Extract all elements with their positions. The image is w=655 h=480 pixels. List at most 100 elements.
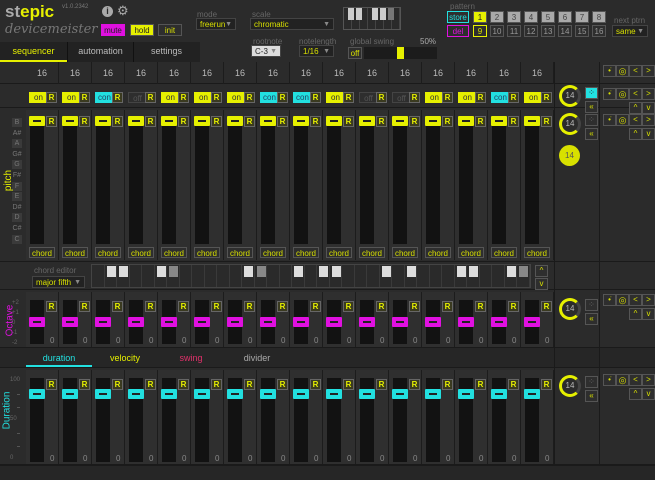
notelength-dropdown[interactable]: 1/16 <box>299 45 334 58</box>
step-count[interactable]: 16 <box>389 62 422 84</box>
chord-white-key[interactable] <box>305 265 317 287</box>
chord-button[interactable]: chord <box>491 247 517 258</box>
pitch-handle[interactable] <box>227 116 243 126</box>
pitch-reset-button[interactable]: R <box>442 116 453 127</box>
octave-reset-button[interactable]: R <box>46 301 57 312</box>
chord-button[interactable]: chord <box>29 247 55 258</box>
chevron-down-icon[interactable]: v <box>642 388 655 400</box>
mini-black-key[interactable] <box>380 8 386 20</box>
duration-handle[interactable] <box>260 389 276 399</box>
step-reset-button[interactable]: R <box>79 92 90 103</box>
chord-button[interactable]: chord <box>458 247 484 258</box>
chord-black-key[interactable] <box>207 266 216 277</box>
duration-handle[interactable] <box>62 389 78 399</box>
octave-reset-button[interactable]: R <box>343 301 354 312</box>
chord-button[interactable]: chord <box>62 247 88 258</box>
chord-black-key[interactable] <box>169 266 178 277</box>
pitch-slider[interactable] <box>426 118 440 244</box>
chord-white-key[interactable] <box>392 265 405 287</box>
pattern-button[interactable]: 13 <box>541 25 555 37</box>
octave-reset-button[interactable]: R <box>178 301 189 312</box>
chevron-down-icon[interactable]: v <box>642 102 655 114</box>
octave-reset-button[interactable]: R <box>79 301 90 312</box>
pattern-button[interactable]: 6 <box>558 11 572 23</box>
duration-handle[interactable] <box>227 389 243 399</box>
chord-type-dropdown[interactable]: major fifth <box>32 276 85 289</box>
pitch-reset-button[interactable]: R <box>376 116 387 127</box>
random-dots-icon[interactable]: ⁘ <box>585 376 598 388</box>
pitch-knob-2[interactable]: 14 <box>559 113 581 135</box>
double-chevron-left-icon[interactable]: « <box>585 101 598 113</box>
pitch-reset-button[interactable]: R <box>343 116 354 127</box>
chord-black-key[interactable] <box>194 266 203 277</box>
octave-handle[interactable] <box>392 317 408 327</box>
chord-black-key[interactable] <box>319 266 328 277</box>
circle-icon[interactable]: ◎ <box>616 374 629 386</box>
duration-reset-button[interactable]: R <box>145 379 156 390</box>
step-reset-button[interactable]: R <box>343 92 354 103</box>
step-reset-button[interactable]: R <box>409 92 420 103</box>
chord-up-button[interactable]: ^ <box>535 265 548 277</box>
chord-button[interactable]: chord <box>524 247 550 258</box>
pitch-handle[interactable] <box>491 116 507 126</box>
chord-black-key[interactable] <box>344 266 353 277</box>
mini-black-key[interactable] <box>388 8 394 20</box>
step-reset-button[interactable]: R <box>211 92 222 103</box>
chevron-left-icon[interactable]: < <box>629 374 642 386</box>
octave-reset-button[interactable]: R <box>541 301 552 312</box>
pattern-button[interactable]: 2 <box>490 11 504 23</box>
pitch-reset-button[interactable]: R <box>409 116 420 127</box>
chevron-right-icon[interactable]: > <box>642 88 655 100</box>
chord-black-key[interactable] <box>244 266 253 277</box>
random-dots-icon[interactable]: ⁘ <box>585 299 598 311</box>
pattern-button[interactable]: 16 <box>592 25 606 37</box>
duration-handle[interactable] <box>128 389 144 399</box>
step-reset-button[interactable]: R <box>145 92 156 103</box>
step-count[interactable]: 16 <box>191 62 224 84</box>
chord-black-key[interactable] <box>406 266 416 277</box>
chord-white-key[interactable] <box>480 265 492 287</box>
pitch-reset-button[interactable]: R <box>211 116 222 127</box>
duration-reset-button[interactable]: R <box>277 379 288 390</box>
step-count[interactable]: 16 <box>158 62 191 84</box>
pitch-slider[interactable] <box>129 118 143 244</box>
pitch-reset-button[interactable]: R <box>178 116 189 127</box>
duration-handle[interactable] <box>95 389 111 399</box>
chevron-left-icon[interactable]: < <box>629 88 642 100</box>
tab-velocity[interactable]: velocity <box>92 349 158 367</box>
chord-white-key[interactable] <box>180 265 192 287</box>
chord-white-key[interactable] <box>92 265 105 287</box>
step-count[interactable]: 16 <box>323 62 356 84</box>
step-count[interactable]: 16 <box>455 62 488 84</box>
step-reset-button[interactable]: R <box>310 92 321 103</box>
octave-knob[interactable]: 14 <box>559 298 581 320</box>
octave-handle[interactable] <box>62 317 78 327</box>
pitch-handle[interactable] <box>326 116 342 126</box>
step-reset-button[interactable]: R <box>244 92 255 103</box>
chord-black-key[interactable] <box>156 266 166 277</box>
pitch-slider[interactable] <box>492 118 506 244</box>
chord-white-key[interactable] <box>217 265 230 287</box>
octave-reset-button[interactable]: R <box>442 301 453 312</box>
random-icon[interactable]: •̇ <box>603 374 616 386</box>
duration-reset-button[interactable]: R <box>79 379 90 390</box>
info-icon[interactable]: i <box>102 6 113 17</box>
chord-black-key[interactable] <box>519 266 528 277</box>
step-count[interactable]: 16 <box>224 62 257 84</box>
pitch-slider[interactable] <box>30 118 44 244</box>
duration-reset-button[interactable]: R <box>46 379 57 390</box>
chord-white-key[interactable] <box>267 265 280 287</box>
tab-divider[interactable]: divider <box>224 349 290 367</box>
octave-handle[interactable] <box>95 317 111 327</box>
pitch-handle[interactable] <box>194 116 210 126</box>
chord-down-button[interactable]: v <box>535 278 548 290</box>
step-count[interactable]: 16 <box>26 62 59 84</box>
chord-button[interactable]: chord <box>260 247 286 258</box>
octave-handle[interactable] <box>524 317 540 327</box>
step-reset-button[interactable]: R <box>112 92 123 103</box>
octave-reset-button[interactable]: R <box>508 301 519 312</box>
octave-handle[interactable] <box>359 317 375 327</box>
pitch-handle[interactable] <box>29 116 45 126</box>
pattern-button[interactable]: 9 <box>473 25 487 37</box>
duration-handle[interactable] <box>326 389 342 399</box>
